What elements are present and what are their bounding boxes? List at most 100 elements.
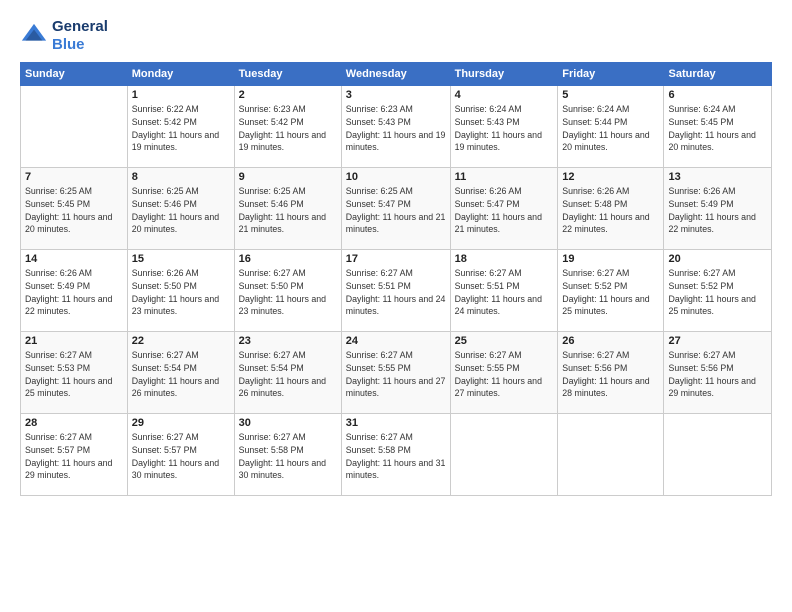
day-info: Sunrise: 6:27 AM Sunset: 5:50 PM Dayligh… <box>239 267 337 318</box>
day-number: 7 <box>25 171 123 183</box>
calendar-header-tuesday: Tuesday <box>234 63 341 86</box>
day-info: Sunrise: 6:25 AM Sunset: 5:47 PM Dayligh… <box>346 185 446 236</box>
day-number: 27 <box>668 335 767 347</box>
day-number: 25 <box>455 335 554 347</box>
calendar-cell: 22 Sunrise: 6:27 AM Sunset: 5:54 PM Dayli… <box>127 332 234 414</box>
calendar-header-friday: Friday <box>558 63 664 86</box>
calendar-cell <box>21 86 128 168</box>
calendar-header-row: SundayMondayTuesdayWednesdayThursdayFrid… <box>21 63 772 86</box>
day-info: Sunrise: 6:27 AM Sunset: 5:52 PM Dayligh… <box>668 267 767 318</box>
day-info: Sunrise: 6:27 AM Sunset: 5:51 PM Dayligh… <box>455 267 554 318</box>
day-info: Sunrise: 6:26 AM Sunset: 5:48 PM Dayligh… <box>562 185 659 236</box>
day-info: Sunrise: 6:25 AM Sunset: 5:45 PM Dayligh… <box>25 185 123 236</box>
calendar-cell: 11 Sunrise: 6:26 AM Sunset: 5:47 PM Dayli… <box>450 168 558 250</box>
calendar-week-1: 1 Sunrise: 6:22 AM Sunset: 5:42 PM Daylig… <box>21 86 772 168</box>
calendar-cell: 29 Sunrise: 6:27 AM Sunset: 5:57 PM Dayli… <box>127 414 234 496</box>
day-info: Sunrise: 6:27 AM Sunset: 5:52 PM Dayligh… <box>562 267 659 318</box>
calendar-week-3: 14 Sunrise: 6:26 AM Sunset: 5:49 PM Dayli… <box>21 250 772 332</box>
calendar-cell: 21 Sunrise: 6:27 AM Sunset: 5:53 PM Dayli… <box>21 332 128 414</box>
calendar-week-2: 7 Sunrise: 6:25 AM Sunset: 5:45 PM Daylig… <box>21 168 772 250</box>
calendar-cell: 16 Sunrise: 6:27 AM Sunset: 5:50 PM Dayli… <box>234 250 341 332</box>
calendar-table: SundayMondayTuesdayWednesdayThursdayFrid… <box>20 62 772 496</box>
calendar-cell: 9Sunrise: 6:25 AM Sunset: 5:46 PM Daylig… <box>234 168 341 250</box>
calendar-cell: 31Sunrise: 6:27 AM Sunset: 5:58 PM Dayli… <box>341 414 450 496</box>
day-info: Sunrise: 6:27 AM Sunset: 5:55 PM Dayligh… <box>455 349 554 400</box>
day-number: 21 <box>25 335 123 347</box>
day-number: 18 <box>455 253 554 265</box>
calendar-cell: 15 Sunrise: 6:26 AM Sunset: 5:50 PM Dayli… <box>127 250 234 332</box>
day-info: Sunrise: 6:27 AM Sunset: 5:54 PM Dayligh… <box>239 349 337 400</box>
day-number: 20 <box>668 253 767 265</box>
day-number: 11 <box>455 171 554 183</box>
day-number: 17 <box>346 253 446 265</box>
calendar-cell: 4 Sunrise: 6:24 AM Sunset: 5:43 PM Daylig… <box>450 86 558 168</box>
day-info: Sunrise: 6:26 AM Sunset: 5:49 PM Dayligh… <box>25 267 123 318</box>
calendar-cell: 24 Sunrise: 6:27 AM Sunset: 5:55 PM Dayli… <box>341 332 450 414</box>
day-number: 13 <box>668 171 767 183</box>
calendar-cell: 3 Sunrise: 6:23 AM Sunset: 5:43 PM Daylig… <box>341 86 450 168</box>
calendar-cell: 7 Sunrise: 6:25 AM Sunset: 5:45 PM Daylig… <box>21 168 128 250</box>
logo-icon <box>20 22 48 50</box>
day-info: Sunrise: 6:26 AM Sunset: 5:50 PM Dayligh… <box>132 267 230 318</box>
day-info: Sunrise: 6:26 AM Sunset: 5:49 PM Dayligh… <box>668 185 767 236</box>
day-number: 4 <box>455 89 554 101</box>
day-number: 6 <box>668 89 767 101</box>
day-number: 10 <box>346 171 446 183</box>
day-number: 16 <box>239 253 337 265</box>
day-number: 12 <box>562 171 659 183</box>
calendar-cell: 10 Sunrise: 6:25 AM Sunset: 5:47 PM Dayli… <box>341 168 450 250</box>
day-number: 14 <box>25 253 123 265</box>
calendar-cell <box>664 414 772 496</box>
day-number: 23 <box>239 335 337 347</box>
day-info: Sunrise: 6:24 AM Sunset: 5:43 PM Dayligh… <box>455 103 554 154</box>
calendar-header-monday: Monday <box>127 63 234 86</box>
calendar-week-5: 28 Sunrise: 6:27 AM Sunset: 5:57 PM Dayli… <box>21 414 772 496</box>
page: General Blue SundayMondayTuesdayWednesda… <box>0 0 792 612</box>
calendar-cell: 30Sunrise: 6:27 AM Sunset: 5:58 PM Dayli… <box>234 414 341 496</box>
day-info: Sunrise: 6:27 AM Sunset: 5:55 PM Dayligh… <box>346 349 446 400</box>
day-info: Sunrise: 6:25 AM Sunset: 5:46 PM Dayligh… <box>132 185 230 236</box>
calendar-cell: 26 Sunrise: 6:27 AM Sunset: 5:56 PM Dayli… <box>558 332 664 414</box>
calendar-cell: 12 Sunrise: 6:26 AM Sunset: 5:48 PM Dayli… <box>558 168 664 250</box>
calendar-cell: 2Sunrise: 6:23 AM Sunset: 5:42 PM Daylig… <box>234 86 341 168</box>
calendar-cell: 14 Sunrise: 6:26 AM Sunset: 5:49 PM Dayli… <box>21 250 128 332</box>
day-number: 26 <box>562 335 659 347</box>
calendar-cell: 17 Sunrise: 6:27 AM Sunset: 5:51 PM Dayli… <box>341 250 450 332</box>
calendar-cell: 13 Sunrise: 6:26 AM Sunset: 5:49 PM Dayli… <box>664 168 772 250</box>
calendar-cell: 27Sunrise: 6:27 AM Sunset: 5:56 PM Dayli… <box>664 332 772 414</box>
calendar-cell: 28Sunrise: 6:27 AM Sunset: 5:57 PM Dayli… <box>21 414 128 496</box>
day-info: Sunrise: 6:27 AM Sunset: 5:57 PM Dayligh… <box>132 431 230 482</box>
calendar-cell: 5Sunrise: 6:24 AM Sunset: 5:44 PM Daylig… <box>558 86 664 168</box>
calendar-cell <box>450 414 558 496</box>
day-number: 15 <box>132 253 230 265</box>
day-number: 9 <box>239 171 337 183</box>
day-info: Sunrise: 6:24 AM Sunset: 5:44 PM Dayligh… <box>562 103 659 154</box>
day-info: Sunrise: 6:24 AM Sunset: 5:45 PM Dayligh… <box>668 103 767 154</box>
calendar-cell <box>558 414 664 496</box>
day-number: 28 <box>25 417 123 429</box>
day-number: 30 <box>239 417 337 429</box>
day-number: 2 <box>239 89 337 101</box>
calendar-header-wednesday: Wednesday <box>341 63 450 86</box>
calendar-header-sunday: Sunday <box>21 63 128 86</box>
day-number: 8 <box>132 171 230 183</box>
day-info: Sunrise: 6:22 AM Sunset: 5:42 PM Dayligh… <box>132 103 230 154</box>
day-info: Sunrise: 6:23 AM Sunset: 5:43 PM Dayligh… <box>346 103 446 154</box>
day-number: 22 <box>132 335 230 347</box>
day-number: 19 <box>562 253 659 265</box>
day-number: 29 <box>132 417 230 429</box>
day-info: Sunrise: 6:27 AM Sunset: 5:51 PM Dayligh… <box>346 267 446 318</box>
header: General Blue <box>20 18 772 54</box>
day-info: Sunrise: 6:27 AM Sunset: 5:54 PM Dayligh… <box>132 349 230 400</box>
day-number: 24 <box>346 335 446 347</box>
calendar-cell: 20 Sunrise: 6:27 AM Sunset: 5:52 PM Dayli… <box>664 250 772 332</box>
day-info: Sunrise: 6:27 AM Sunset: 5:56 PM Dayligh… <box>562 349 659 400</box>
day-number: 1 <box>132 89 230 101</box>
calendar-cell: 19 Sunrise: 6:27 AM Sunset: 5:52 PM Dayli… <box>558 250 664 332</box>
day-number: 3 <box>346 89 446 101</box>
day-info: Sunrise: 6:27 AM Sunset: 5:58 PM Dayligh… <box>346 431 446 482</box>
logo: General Blue <box>20 18 108 54</box>
day-info: Sunrise: 6:26 AM Sunset: 5:47 PM Dayligh… <box>455 185 554 236</box>
calendar-cell: 25 Sunrise: 6:27 AM Sunset: 5:55 PM Dayli… <box>450 332 558 414</box>
day-info: Sunrise: 6:27 AM Sunset: 5:53 PM Dayligh… <box>25 349 123 400</box>
